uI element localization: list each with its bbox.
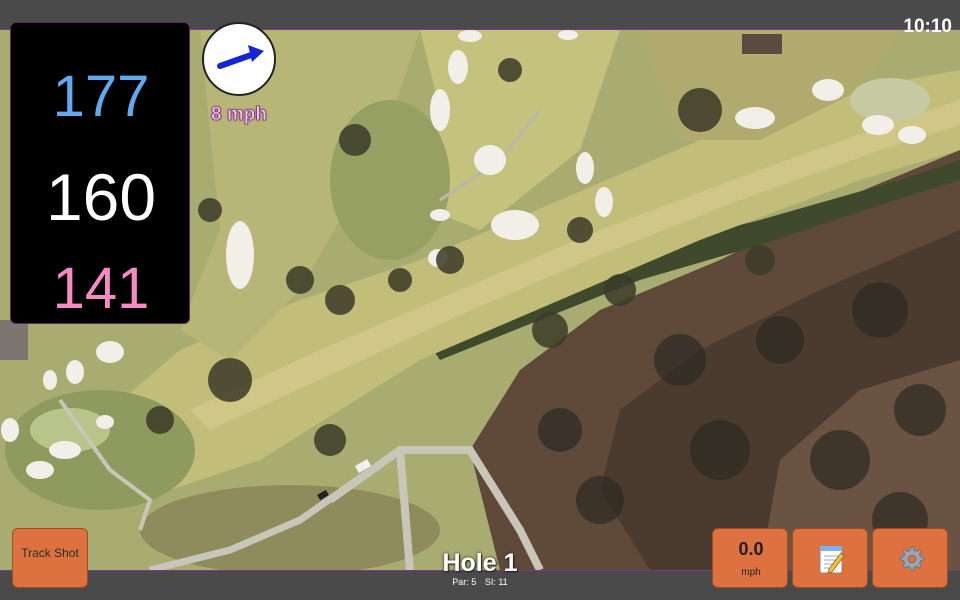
hole-meta: Par: 5 SI: 11 bbox=[380, 577, 580, 587]
golf-gps-screen: 10:10 177 160 141 8 mph Track Shot Hole … bbox=[0, 0, 960, 600]
speed-unit: mph bbox=[741, 567, 761, 578]
hole-title: Hole 1 bbox=[442, 549, 518, 577]
track-shot-button[interactable]: Track Shot bbox=[12, 528, 88, 588]
front-distance: 141 bbox=[52, 256, 150, 321]
speed-value: 0.0 bbox=[738, 539, 764, 559]
wind-indicator bbox=[202, 22, 276, 96]
speed-button[interactable]: 0.0 mph bbox=[712, 528, 788, 588]
gear-icon bbox=[899, 546, 925, 572]
distance-panel: 177 160 141 bbox=[10, 22, 190, 324]
notepad-icon bbox=[819, 545, 845, 574]
middle-distance: 160 bbox=[45, 160, 157, 234]
status-clock: 10:10 bbox=[903, 16, 952, 37]
back-distance: 177 bbox=[52, 64, 150, 129]
hole-par: Par: 5 bbox=[452, 577, 477, 587]
hole-stroke-index: SI: 11 bbox=[484, 577, 508, 587]
wind-arrow-icon bbox=[217, 45, 264, 69]
wind-speed: 8 mph bbox=[211, 104, 268, 126]
notes-button[interactable] bbox=[792, 528, 868, 588]
settings-button[interactable] bbox=[872, 528, 948, 588]
